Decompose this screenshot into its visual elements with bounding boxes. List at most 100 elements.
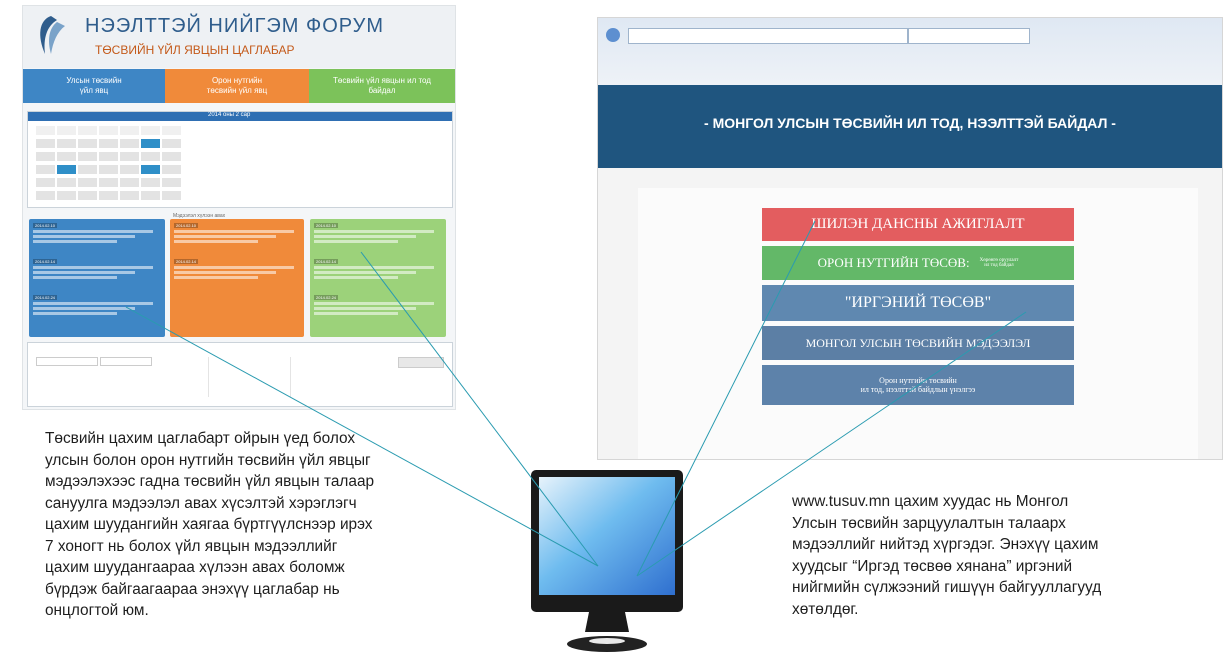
calendar-day-cell[interactable] (57, 191, 76, 200)
nav-label: Улсын төсвийн үйл явц (66, 76, 122, 95)
event-text-line (33, 266, 153, 270)
event-column-local[interactable]: 2014.02.10 2014.02.14 (170, 219, 304, 337)
event-column-transparency[interactable]: 2014.02.10 2014.02.14 2014.02.24 (310, 219, 446, 337)
calendar-day-cell[interactable] (78, 191, 97, 200)
event-item[interactable]: 2014.02.10 (174, 223, 294, 245)
caption-line: хуудсыг “Иргэд төсвөө хянана” иргэний (792, 557, 1073, 575)
browser-menubar[interactable] (598, 47, 1222, 57)
browser-toolbar[interactable] (598, 59, 1222, 75)
calendar-day-cell[interactable] (57, 139, 76, 148)
event-text-line (314, 235, 416, 239)
event-date: 2014.02.24 (314, 295, 339, 301)
calendar-day-cell[interactable] (120, 126, 139, 135)
calendar-day-cell[interactable] (162, 152, 181, 161)
citizens-budget-button[interactable]: "ИРГЭНИЙ ТӨСӨВ" (762, 285, 1074, 321)
calendar-day-cell[interactable] (120, 139, 139, 148)
calendar-day-cell[interactable] (120, 178, 139, 187)
calendar-day-cell[interactable] (162, 139, 181, 148)
site-button-label: ШИЛЭН ДАНСНЫ АЖИГЛАЛТ (811, 216, 1025, 232)
calendar-day-cell[interactable] (99, 152, 118, 161)
site-button-label: "ИРГЭНИЙ ТӨСӨВ" (844, 294, 992, 311)
calendar-day-cell[interactable] (99, 165, 118, 174)
monitor-icon (531, 470, 683, 652)
nav-button-local-budget[interactable]: Орон нутгийн төсвийн үйл явц (165, 69, 309, 103)
calendar-day-cell[interactable] (78, 126, 97, 135)
event-text-line (33, 302, 153, 306)
event-date: 2014.02.24 (33, 295, 58, 301)
calendar-day-cell[interactable] (141, 139, 160, 148)
event-item[interactable]: 2014.02.10 (33, 223, 153, 245)
forum-logo-icon (40, 16, 65, 54)
nav-label: Орон нутгийн төсвийн үйл явц (206, 76, 268, 95)
event-date: 2014.02.10 (33, 223, 58, 229)
calendar-day-cell[interactable] (99, 178, 118, 187)
calendar-day-cell[interactable] (120, 165, 139, 174)
event-text-line (174, 276, 258, 280)
calendar-day-cell[interactable] (78, 165, 97, 174)
caption-line: цахим шуудангийн хаягаа бүртгүүлснээр ир… (45, 516, 373, 533)
event-text-line (314, 312, 398, 316)
subscribe-button[interactable] (398, 357, 444, 368)
caption-line: онцлогтой юм. (45, 602, 149, 619)
transparency-rating-button[interactable]: Орон нутгийн төсвийн ил тод, нээлттэй ба… (762, 365, 1074, 405)
event-column-state[interactable]: 2014.02.10 2014.02.14 2014.02.24 (29, 219, 165, 337)
calendar-day-cell[interactable] (36, 178, 55, 187)
calendar-day-cell[interactable] (36, 139, 55, 148)
calendar-day-cell[interactable] (36, 165, 55, 174)
calendar-day-cell[interactable] (99, 139, 118, 148)
event-item[interactable]: 2014.02.14 (33, 259, 153, 281)
event-text-line (33, 276, 117, 280)
calendar-day-cell[interactable] (141, 191, 160, 200)
caption-line: хөтөлдөг. (792, 600, 859, 618)
left-caption: Төсвийн цахим цаглабарт ойрын үед болох у… (45, 428, 505, 622)
calendar-day-cell[interactable] (78, 178, 97, 187)
calendar-day-cell[interactable] (141, 165, 160, 174)
calendar-day-cell[interactable] (141, 152, 160, 161)
shilen-dans-button[interactable]: ШИЛЭН ДАНСНЫ АЖИГЛАЛТ (762, 208, 1074, 241)
calendar-day-cell[interactable] (78, 139, 97, 148)
nav-button-state-budget[interactable]: Улсын төсвийн үйл явц (23, 69, 165, 103)
calendar-day-cell[interactable] (36, 126, 55, 135)
caption-line: мэдээлэхээс гадна төсвийн үйл явцын тала… (45, 473, 375, 490)
event-text-line (33, 271, 135, 275)
calendar-day-cell[interactable] (57, 152, 76, 161)
event-item[interactable]: 2014.02.24 (314, 295, 434, 317)
site-banner: - МОНГОЛ УЛСЫН ТӨСВИЙН ИЛ ТОД, НЭЭЛТТЭЙ … (598, 85, 1222, 168)
budget-info-button[interactable]: МОНГОЛ УЛСЫН ТӨСВИЙН МЭДЭЭЛЭЛ (762, 326, 1074, 360)
forum-title: НЭЭЛТТЭЙ НИЙГЭМ ФОРУМ (85, 15, 385, 37)
event-item[interactable]: 2014.02.14 (314, 259, 434, 281)
calendar-day-cell[interactable] (57, 165, 76, 174)
checkbox-group[interactable] (290, 357, 361, 397)
calendar-day-cell[interactable] (141, 178, 160, 187)
calendar-day-cell[interactable] (141, 126, 160, 135)
event-item[interactable]: 2014.02.10 (314, 223, 434, 245)
caption-line: цахим шуудангаараа хүлээн авах боломж (45, 559, 345, 576)
calendar-day-cell[interactable] (78, 152, 97, 161)
browser-tab[interactable] (908, 28, 1030, 44)
event-text-line (33, 240, 117, 244)
name-input[interactable] (100, 357, 152, 366)
right-caption: www.tusuv.mn цахим хуудас нь Монгол Улсын… (792, 491, 1212, 620)
calendar-day-cell[interactable] (36, 191, 55, 200)
site-button-label: МОНГОЛ УЛСЫН ТӨСВИЙН МЭДЭЭЛЭЛ (805, 335, 1031, 350)
calendar-day-cell[interactable] (57, 126, 76, 135)
event-item[interactable]: 2014.02.24 (33, 295, 153, 317)
calendar-day-cell[interactable] (162, 191, 181, 200)
calendar-day-cell[interactable] (120, 152, 139, 161)
email-input[interactable] (36, 357, 98, 366)
event-text-line (33, 230, 153, 234)
calendar-day-cell[interactable] (36, 152, 55, 161)
back-icon[interactable] (606, 28, 620, 42)
address-bar[interactable] (628, 28, 908, 44)
nav-button-transparency[interactable]: Төсвийн үйл явцын ил тод байдал (309, 69, 455, 103)
calendar-day-cell[interactable] (120, 191, 139, 200)
calendar-day-cell[interactable] (99, 191, 118, 200)
calendar-day-cell[interactable] (57, 178, 76, 187)
checkbox-group[interactable] (208, 357, 279, 397)
local-budget-button[interactable]: ОРОН НУТГИЙН ТӨСӨВ: Хөрөнгө оруулалт ил … (762, 246, 1074, 280)
calendar-day-cell[interactable] (162, 165, 181, 174)
calendar-day-cell[interactable] (99, 126, 118, 135)
calendar-day-cell[interactable] (162, 178, 181, 187)
event-item[interactable]: 2014.02.14 (174, 259, 294, 281)
calendar-day-cell[interactable] (162, 126, 181, 135)
